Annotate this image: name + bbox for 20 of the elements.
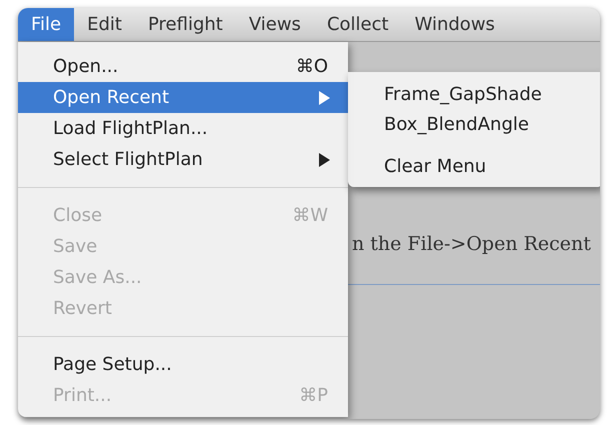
document-text: n the File->Open Recent [352, 232, 591, 257]
menu-item[interactable]: Load FlightPlan... [18, 113, 348, 144]
menu-bar-item[interactable]: Views [236, 8, 314, 41]
menu-item[interactable]: Box_BlendAngle [348, 109, 600, 139]
menu-bar-item[interactable]: Preflight [134, 8, 236, 41]
menu-bar-item[interactable]: Collect [314, 8, 402, 41]
shortcut-label: ⌘P [299, 384, 328, 408]
menu-item[interactable]: Clear Menu [348, 151, 600, 181]
menu-item[interactable]: Select FlightPlan [18, 144, 348, 175]
menu-item[interactable]: Page Setup... [18, 349, 348, 380]
menu-item[interactable]: Open... ⌘O [18, 51, 348, 82]
menu-item[interactable]: Frame_GapShade [348, 79, 600, 109]
submenu-arrow-icon [319, 152, 330, 166]
menu-bar-item[interactable]: File [18, 8, 74, 41]
menu-bar-item[interactable]: Windows [402, 8, 508, 41]
menu-item[interactable]: Open Recent [18, 82, 348, 113]
shortcut-label: ⌘W [292, 204, 328, 228]
shortcut-label: ⌘O [296, 55, 328, 79]
menu-bar-item[interactable]: Edit [74, 8, 135, 41]
submenu-arrow-icon [319, 90, 330, 104]
